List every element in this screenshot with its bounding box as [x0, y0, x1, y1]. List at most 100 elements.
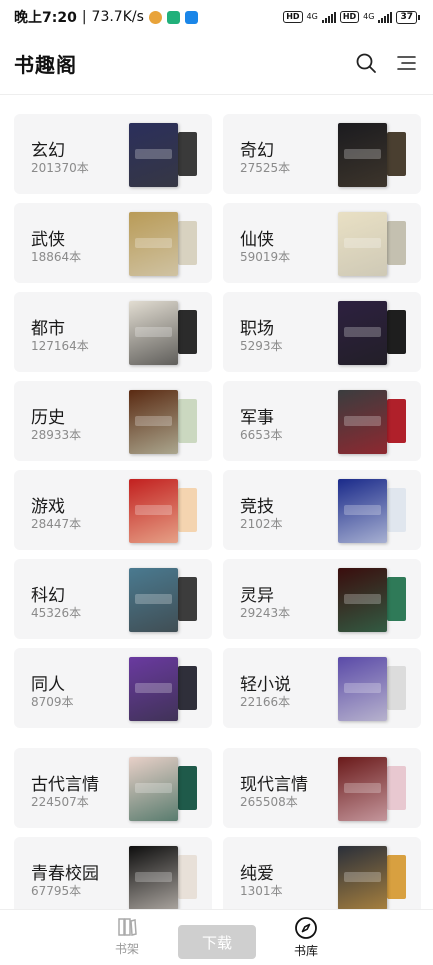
book-cover-secondary	[178, 666, 197, 710]
book-cover-secondary	[387, 855, 406, 899]
book-cover	[338, 757, 387, 821]
book-cover-secondary	[387, 310, 406, 354]
category-card[interactable]: 武侠 18864本	[14, 203, 212, 283]
category-card[interactable]: 青春校园 67795本	[14, 837, 212, 917]
category-count: 1301本	[240, 884, 283, 898]
book-cover	[338, 846, 387, 910]
category-card[interactable]: 同人 8709本	[14, 648, 212, 728]
filter-button[interactable]	[393, 50, 419, 76]
category-name: 仙侠	[240, 230, 274, 250]
category-card[interactable]: 轻小说 22166本	[223, 648, 421, 728]
book-cover-secondary	[387, 488, 406, 532]
book-cover-secondary	[387, 666, 406, 710]
book-cover-secondary	[387, 577, 406, 621]
category-card[interactable]: 玄幻 201370本	[14, 114, 212, 194]
header-divider	[0, 94, 433, 95]
category-card[interactable]: 游戏 28447本	[14, 470, 212, 550]
category-count: 27525本	[240, 161, 291, 175]
category-count: 127164本	[31, 339, 89, 353]
category-count: 59019本	[240, 250, 291, 264]
search-icon	[356, 53, 376, 73]
category-card[interactable]: 军事 6653本	[223, 381, 421, 461]
list-filter-icon	[397, 56, 416, 70]
book-cover-secondary	[387, 766, 406, 810]
book-cover-secondary	[178, 221, 197, 265]
nav-bookshelf[interactable]: 书架	[97, 916, 157, 957]
status-separator: |	[81, 9, 87, 25]
app-header: 书趣阁	[0, 38, 433, 88]
book-cover	[338, 123, 387, 187]
category-name: 轻小说	[240, 675, 291, 695]
signal-icon-2	[378, 11, 393, 23]
signal-icon	[321, 11, 336, 23]
category-card[interactable]: 现代言情 265508本	[223, 748, 421, 828]
status-bar: 晚上7:20 | 73.7K/s HD 4G HD 4G 37	[0, 0, 433, 34]
book-cover	[129, 212, 178, 276]
download-button[interactable]: 下载	[178, 925, 256, 959]
category-card[interactable]: 科幻 45326本	[14, 559, 212, 639]
category-card[interactable]: 仙侠 59019本	[223, 203, 421, 283]
status-time: 晚上7:20	[14, 10, 77, 26]
category-card[interactable]: 都市 127164本	[14, 292, 212, 372]
category-name: 奇幻	[240, 141, 274, 161]
book-cover	[338, 212, 387, 276]
category-name: 竞技	[240, 497, 274, 517]
book-cover-secondary	[178, 488, 197, 532]
book-cover-secondary	[178, 766, 197, 810]
category-name: 游戏	[31, 497, 65, 517]
category-name: 军事	[240, 408, 274, 428]
search-button[interactable]	[353, 50, 379, 76]
category-count: 8709本	[31, 695, 74, 709]
bottom-nav: 书架 下载 书库	[0, 909, 433, 965]
book-cover-secondary	[387, 132, 406, 176]
book-cover-secondary	[178, 577, 197, 621]
category-card[interactable]: 竞技 2102本	[223, 470, 421, 550]
category-card[interactable]: 灵异 29243本	[223, 559, 421, 639]
nav-bookstore-label: 书库	[293, 944, 318, 958]
category-card[interactable]: 纯爱 1301本	[223, 837, 421, 917]
category-card[interactable]: 古代言情 224507本	[14, 748, 212, 828]
category-count: 265508本	[240, 795, 298, 809]
category-name: 玄幻	[31, 141, 65, 161]
book-cover	[129, 123, 178, 187]
category-count: 2102本	[240, 517, 283, 531]
category-name: 武侠	[31, 230, 65, 250]
book-cover	[129, 657, 178, 721]
category-count: 45326本	[31, 606, 82, 620]
category-name: 同人	[31, 675, 65, 695]
category-name: 都市	[31, 319, 65, 339]
network-type: 4G	[306, 12, 318, 21]
compass-icon	[295, 917, 317, 939]
category-card[interactable]: 职场 5293本	[223, 292, 421, 372]
category-name: 古代言情	[31, 775, 99, 795]
book-cover	[129, 568, 178, 632]
book-cover-secondary	[178, 132, 197, 176]
nav-bookstore[interactable]: 书库	[276, 916, 336, 959]
battery-icon: 37	[396, 10, 420, 24]
category-count: 18864本	[31, 250, 82, 264]
book-cover-secondary	[387, 221, 406, 265]
book-cover	[129, 846, 178, 910]
book-cover	[338, 479, 387, 543]
book-cover	[129, 390, 178, 454]
category-count: 22166本	[240, 695, 291, 709]
category-count: 6653本	[240, 428, 283, 442]
alipay-notification-icon	[184, 10, 198, 24]
category-grid: 玄幻 201370本 奇幻 27525本 武侠 18864本 仙侠 59019本 都市 12716…	[14, 114, 421, 926]
category-count: 28447本	[31, 517, 82, 531]
qq-notification-icon	[148, 10, 162, 24]
category-name: 职场	[240, 319, 274, 339]
category-card[interactable]: 奇幻 27525本	[223, 114, 421, 194]
category-card[interactable]: 历史 28933本	[14, 381, 212, 461]
category-name: 灵异	[240, 586, 274, 606]
network-type-2: 4G	[363, 12, 375, 21]
category-name: 科幻	[31, 586, 65, 606]
category-count: 201370本	[31, 161, 89, 175]
book-cover-secondary	[178, 310, 197, 354]
shield-notification-icon	[166, 10, 180, 24]
hd-icon-2: HD	[339, 11, 360, 23]
category-count: 5293本	[240, 339, 283, 353]
book-cover	[129, 301, 178, 365]
category-name: 历史	[31, 408, 65, 428]
hd-icon: HD	[283, 11, 303, 23]
